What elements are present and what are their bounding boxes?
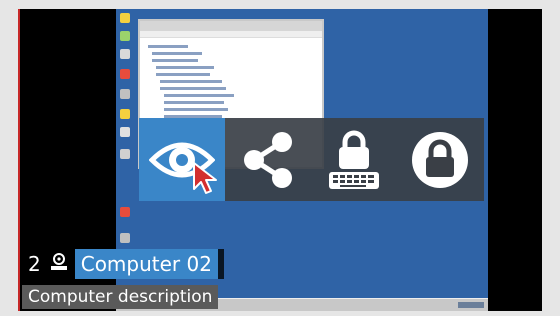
window-titlebar	[140, 21, 322, 31]
desktop-icon	[120, 13, 130, 23]
computer-tile[interactable]: 2 Computer 02 Computer description	[18, 9, 542, 311]
desktop-icon	[120, 89, 130, 99]
desktop-icon	[120, 69, 130, 79]
share-button[interactable]	[225, 118, 311, 201]
action-bar	[139, 118, 484, 201]
computer-name: Computer 02	[74, 249, 218, 279]
desktop-icon	[120, 233, 130, 243]
desktop-icon	[120, 127, 130, 137]
mouse-cursor-icon	[192, 161, 218, 195]
lock-keyboard-icon	[326, 130, 382, 190]
lock-icon	[411, 131, 469, 189]
desktop-icon	[120, 109, 130, 119]
share-icon	[240, 130, 296, 190]
window-menubar	[140, 31, 322, 38]
desktop-icon	[120, 149, 130, 159]
computer-description: Computer description	[22, 285, 219, 309]
lock-screen-button[interactable]	[397, 118, 483, 201]
computer-name-bar: 2 Computer 02	[22, 249, 224, 279]
system-tray	[458, 302, 484, 308]
view-button[interactable]	[139, 118, 225, 201]
computer-number: 2	[28, 252, 41, 276]
desktop-icon	[120, 49, 130, 59]
desktop-icon	[120, 31, 130, 41]
user-icon	[49, 252, 69, 277]
lock-input-button[interactable]	[311, 118, 397, 201]
desktop-icon	[120, 207, 130, 217]
